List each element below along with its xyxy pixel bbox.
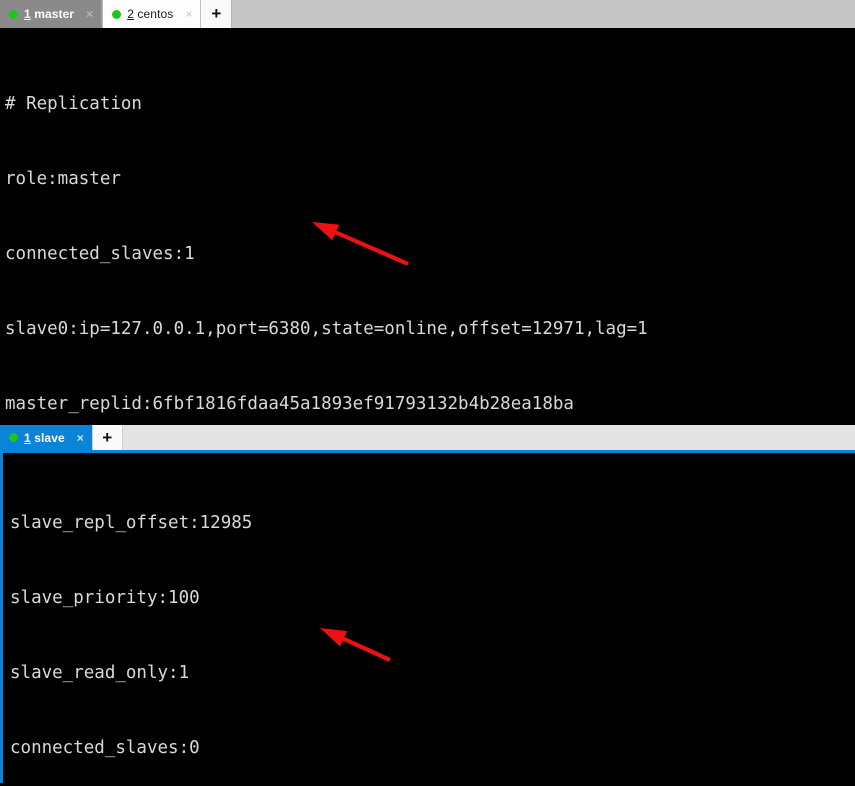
close-icon[interactable]: × <box>86 8 93 20</box>
tab-status-dot-icon <box>9 433 18 442</box>
tab-centos-title: centos <box>133 7 174 21</box>
tab-status-dot-icon <box>9 9 18 19</box>
terminal-line: slave_priority:100 <box>10 588 200 608</box>
terminal-line: master_replid:6fbf1816fdaa45a1893ef91793… <box>5 394 574 414</box>
terminal-window-master: 1 master × 2 centos × + # Replication ro… <box>0 0 855 425</box>
terminal-line: connected_slaves:0 <box>10 738 200 758</box>
tabbar-master: 1 master × 2 centos × + <box>0 0 855 28</box>
close-icon[interactable]: × <box>77 432 84 444</box>
new-tab-button[interactable]: + <box>201 0 233 28</box>
tab-master-title: master <box>30 7 75 21</box>
terminal-output-slave[interactable]: slave_repl_offset:12985 slave_priority:1… <box>0 453 855 783</box>
close-icon[interactable]: × <box>185 8 192 20</box>
tab-master-label: 1 master <box>24 7 74 21</box>
tab-centos[interactable]: 2 centos × <box>102 0 202 28</box>
tab-slave-mnemonic: 1 <box>24 430 31 445</box>
tab-centos-mnemonic: 2 <box>127 7 134 21</box>
tab-status-dot-icon <box>112 9 122 19</box>
terminal-window-slave: 1 slave × + slave_repl_offset:12985 slav… <box>0 425 855 786</box>
tabbar-empty-area <box>232 0 855 28</box>
tabbar-empty-area <box>123 425 855 450</box>
tab-slave-title: slave <box>30 430 65 445</box>
tabbar-slave: 1 slave × + <box>0 425 855 453</box>
tab-slave-label: 1 slave <box>24 431 65 445</box>
tab-centos-label: 2 centos <box>127 7 173 21</box>
tab-master[interactable]: 1 master × <box>0 0 103 28</box>
terminal-line: slave_read_only:1 <box>10 663 190 683</box>
terminal-line: slave_repl_offset:12985 <box>10 513 253 533</box>
terminal-line: role:master <box>5 169 121 189</box>
terminal-line: connected_slaves:1 <box>5 244 195 264</box>
screen-root: 1 master × 2 centos × + # Replication ro… <box>0 0 855 786</box>
terminal-output-master[interactable]: # Replication role:master connected_slav… <box>0 28 855 425</box>
new-tab-button[interactable]: + <box>91 425 123 450</box>
terminal-line: slave0:ip=127.0.0.1,port=6380,state=onli… <box>5 319 648 339</box>
terminal-line: # Replication <box>5 94 142 114</box>
tab-slave[interactable]: 1 slave × <box>0 425 92 450</box>
tab-master-mnemonic: 1 <box>24 7 31 21</box>
